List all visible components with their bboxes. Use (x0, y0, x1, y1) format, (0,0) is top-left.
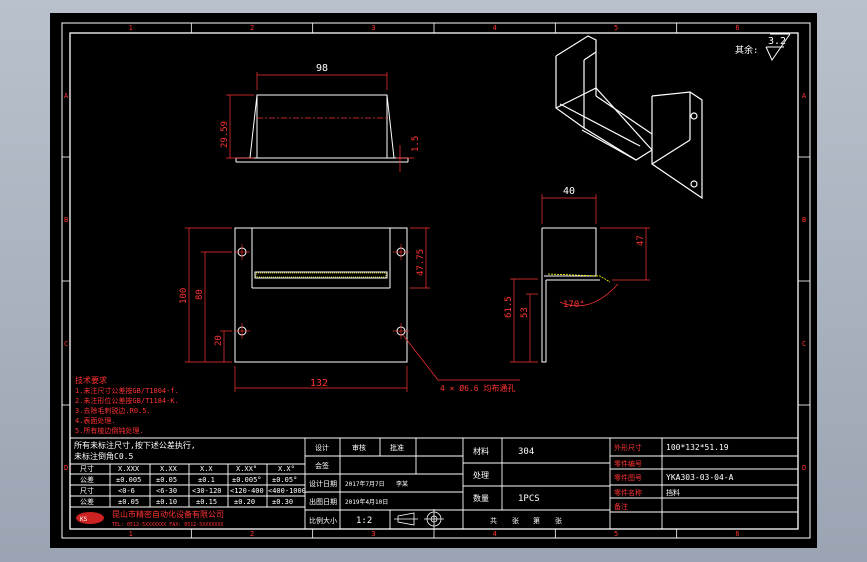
drawing-number-value: YKA303-03-04-A (666, 473, 734, 482)
tol-cell: ±0.1 (198, 476, 215, 484)
tol-cell: 公差 (80, 497, 94, 506)
tol-cell: 尺寸 (80, 486, 94, 495)
svg-text:KS: KS (80, 516, 88, 523)
zone-col-label: 3 (371, 24, 375, 32)
sheet-footer: 张 (512, 516, 519, 525)
company-name: 昆山市精密自动化设备有限公司 (112, 509, 224, 519)
dim-side-outer: 61.5 (504, 296, 514, 318)
sign-value: 2017年7月7日 (345, 480, 385, 488)
dim-side-inner: 53 (520, 307, 530, 318)
tol-col-header: X.XX (160, 465, 178, 473)
sign-label: 出图日期 (309, 497, 337, 506)
material-label: 材料 (473, 446, 489, 456)
tolerance-note: 未标注倒角C0.5 (74, 451, 133, 461)
tol-cell: ±0.05 (156, 476, 177, 484)
zone-row-label: D (802, 464, 806, 472)
tol-col-header: X.XX° (236, 465, 257, 473)
outline-size-value: 100*132*51.19 (666, 443, 729, 452)
tol-cell: 公差 (80, 475, 94, 484)
scale-value: 1:2 (356, 516, 372, 526)
zone-row-label: B (802, 216, 806, 224)
id-label: 零件名称 (614, 488, 642, 497)
dim-top-height: 29.59 (220, 121, 230, 148)
tol-cell: <30-120 (192, 487, 222, 495)
zone-col-label: 3 (371, 530, 375, 538)
dim-side-top: 47 (636, 235, 646, 246)
zone-col-label: 1 (129, 24, 133, 32)
tol-cell: ±0.10 (156, 498, 177, 506)
tol-cell: <120-400 (230, 487, 264, 495)
zone-row-label: C (802, 340, 806, 348)
zone-col-label: 5 (614, 530, 618, 538)
sheet-footer: 第 (533, 516, 540, 525)
note-line: 2.未注形位公差按GB/T1184-K. (75, 396, 179, 405)
dim-front-hole-offset: 20 (214, 335, 224, 346)
zone-col-label: 4 (493, 24, 497, 32)
tol-cell: ±0.05 (118, 498, 139, 506)
sign-label: 设计日期 (309, 479, 337, 488)
dim-front-inner: 80 (195, 289, 205, 300)
zone-col-label: 5 (614, 24, 618, 32)
tol-cell: ±0.30 (272, 498, 293, 506)
sheet-footer: 共 (490, 516, 497, 525)
tol-col-header: X.XXX (118, 465, 140, 473)
sign-label: 批准 (390, 443, 404, 452)
dim-top-thickness: 1.5 (411, 136, 421, 152)
dim-front-width: 132 (310, 378, 328, 389)
material-value: 304 (518, 447, 534, 457)
sign-value: 李某 (396, 480, 408, 488)
dim-front-right: 47.75 (416, 249, 426, 276)
process-label: 处理 (473, 470, 489, 480)
zone-col-label: 6 (735, 24, 739, 32)
id-label: 外形尺寸 (614, 443, 642, 452)
part-name-value: 挡料 (666, 488, 680, 497)
tolerance-note: 所有未标注尺寸,按下述公差执行, (74, 440, 196, 450)
quantity-value: 1PCS (518, 494, 540, 504)
sign-value: 2019年4月10日 (345, 498, 388, 506)
sign-label: 会签 (315, 461, 329, 470)
dim-top-width: 98 (316, 63, 328, 74)
notes-title: 技术要求 (75, 375, 107, 385)
sign-label: 审核 (352, 443, 366, 452)
zone-col-label: 6 (735, 530, 739, 538)
zone-row-label: D (64, 464, 68, 472)
sheet-footer: 张 (555, 516, 562, 525)
zone-col-label: 2 (250, 24, 254, 32)
zone-row-label: B (64, 216, 68, 224)
company-contact: TEL: 0512-5XXXXXXX FAX: 0512-5XXXXXXX (112, 522, 223, 528)
tol-cell: ±0.005 (116, 476, 141, 484)
roughness-label: 其余: (735, 44, 758, 56)
note-line: 1.未注尺寸公差按GB/T1804-f. (75, 386, 179, 395)
tol-cell: ±0.05° (272, 476, 297, 484)
roughness-value: 3.2 (768, 36, 786, 47)
note-line: 5.所有棱边倒钝处理. (75, 426, 144, 435)
tol-cell: ±0.005° (232, 476, 262, 484)
sign-label: 比例大小 (309, 516, 337, 525)
zone-col-label: 2 (250, 530, 254, 538)
cad-drawing: 112233445566A AB BC CD D 其余: 3.2 98 29.5… (50, 13, 817, 548)
zone-col-label: 4 (493, 530, 497, 538)
id-label: 零件图号 (614, 473, 642, 482)
tol-cell: <6-30 (156, 487, 177, 495)
tol-cell: ±0.15 (196, 498, 217, 506)
tol-cell: ±0.20 (234, 498, 255, 506)
dim-side-angle: 170° (563, 300, 585, 310)
hole-callout: 4 × Ø6.6 均布通孔 (440, 383, 515, 393)
quantity-label: 数量 (473, 493, 489, 503)
note-line: 4.表面处理. (75, 416, 116, 425)
dim-side-width: 40 (563, 186, 575, 197)
tol-col-header: X.X (200, 465, 213, 473)
id-label: 备注 (614, 502, 628, 511)
tol-cell: <0-6 (118, 487, 135, 495)
tol-col-header: 尺寸 (80, 464, 94, 473)
note-line: 3.去除毛刺锐边.R0.5. (75, 406, 151, 415)
dim-front-outer: 100 (179, 288, 189, 304)
zone-col-label: 1 (129, 530, 133, 538)
tol-col-header: X.X° (278, 465, 295, 473)
sign-label: 设计 (315, 443, 329, 452)
id-label: 零件编号 (614, 459, 642, 468)
tol-cell: <400-1000 (268, 487, 306, 495)
zone-row-label: C (64, 340, 68, 348)
company-logo-icon: KS (76, 512, 104, 524)
